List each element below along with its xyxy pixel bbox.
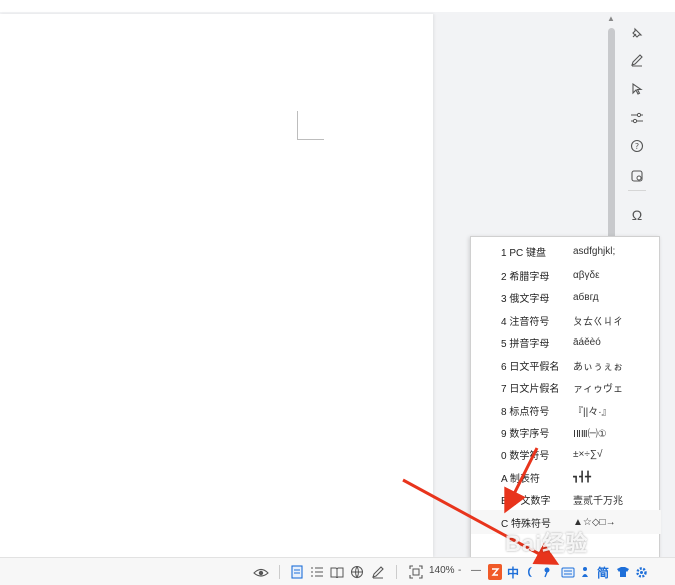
- menu-item-math-symbols[interactable]: 0 数学符号 ±×÷∑√: [471, 442, 661, 466]
- soft-keyboard-icon[interactable]: [561, 564, 575, 580]
- status-divider: [279, 565, 280, 579]
- menu-item-punctuation[interactable]: 8 标点符号 『||々·』: [471, 398, 661, 422]
- vertical-scrollbar[interactable]: ▲: [604, 14, 618, 244]
- menu-item-pc-keyboard[interactable]: 1 PC 键盘 asdfghjkl;: [471, 239, 661, 263]
- top-strip: [0, 0, 675, 12]
- soft-keyboard-menu: 1 PC 键盘 asdfghjkl; 2 希腊字母 αβγδε 3 俄文字母 а…: [470, 236, 661, 558]
- ime-moon-icon[interactable]: [525, 564, 537, 580]
- menu-item-greek[interactable]: 2 希腊字母 αβγδε: [471, 263, 661, 287]
- menu-item-zhuyin[interactable]: 4 注音符号 ㄆㄊㄍㄐㄔ: [471, 308, 661, 332]
- omega-symbol-icon[interactable]: Ω: [626, 204, 648, 226]
- ime-skin-icon[interactable]: [615, 564, 631, 580]
- menu-item-russian[interactable]: 3 俄文字母 абвгд: [471, 285, 661, 309]
- web-view-icon[interactable]: [349, 563, 365, 581]
- image-settings-icon[interactable]: [626, 165, 648, 187]
- ime-settings-gear-icon[interactable]: [633, 564, 649, 580]
- svg-text:?: ?: [635, 142, 639, 151]
- fit-page-icon[interactable]: [408, 563, 424, 581]
- eye-protection-icon[interactable]: [252, 563, 270, 581]
- menu-item-special-symbols[interactable]: C 特殊符号 ▲☆◇□→: [471, 510, 661, 534]
- ime-logo-icon[interactable]: [488, 564, 502, 580]
- scrollbar-thumb[interactable]: [608, 28, 615, 240]
- zoom-dropdown[interactable]: -: [458, 565, 461, 576]
- right-toolbar: ? Ω: [622, 14, 652, 244]
- status-divider: [396, 565, 397, 579]
- page-view-icon[interactable]: [289, 563, 305, 581]
- menu-item-katakana[interactable]: 7 日文片假名 ァィゥヴェ: [471, 375, 661, 399]
- document-page[interactable]: [0, 14, 433, 557]
- pen-icon[interactable]: [626, 49, 648, 71]
- outline-view-icon[interactable]: [309, 563, 325, 581]
- page-corner-mark: [297, 111, 324, 140]
- toolbar-divider: [628, 190, 646, 191]
- scroll-up-icon[interactable]: ▲: [607, 14, 615, 23]
- settings-sliders-icon[interactable]: [626, 107, 648, 129]
- ime-punctuation-icon[interactable]: [541, 564, 553, 580]
- menu-item-number-ordinals[interactable]: 9 数字序号 ⅠⅡⅢ㈠①: [471, 420, 661, 444]
- zoom-out-button[interactable]: —: [471, 565, 481, 576]
- ime-language-toggle[interactable]: 中: [506, 564, 520, 580]
- pin-icon[interactable]: [626, 22, 648, 44]
- ime-user-icon[interactable]: [580, 564, 590, 580]
- pointer-icon[interactable]: [626, 78, 648, 100]
- menu-item-pinyin[interactable]: 5 拼音字母 āáěèó: [471, 330, 661, 354]
- pen-mode-icon[interactable]: [370, 563, 386, 581]
- reading-view-icon[interactable]: [329, 563, 345, 581]
- menu-item-chinese-numerals[interactable]: B 中文数字 壹贰千万兆: [471, 487, 661, 511]
- ime-simplified-toggle[interactable]: 简: [596, 564, 610, 580]
- menu-item-hiragana[interactable]: 6 日文平假名 あぃぅぇぉ: [471, 353, 661, 377]
- menu-item-box-drawing[interactable]: A 制表符 ┓┫╋: [471, 465, 661, 489]
- zoom-level[interactable]: 140%: [429, 565, 455, 576]
- help-icon[interactable]: ?: [626, 135, 648, 157]
- status-bar: 140% - — 中 简: [0, 557, 675, 585]
